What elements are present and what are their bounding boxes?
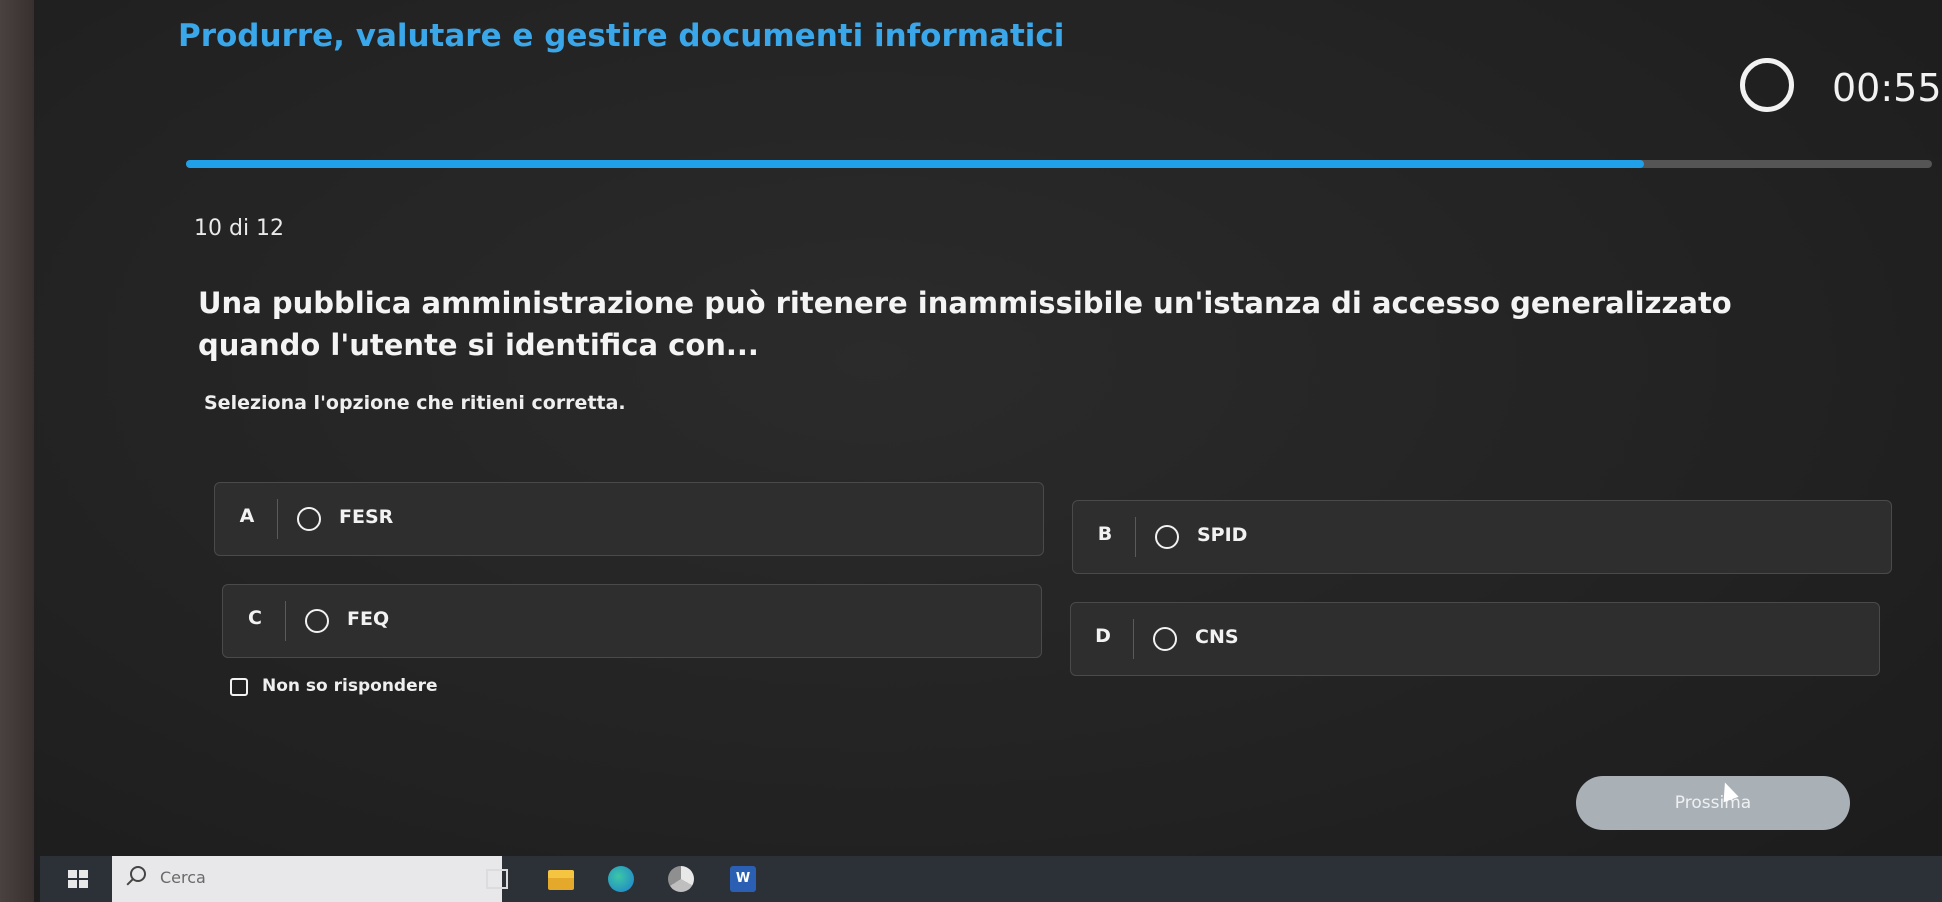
option-label: CNS [1195, 626, 1239, 648]
question-text: Una pubblica amministrazione può ritener… [198, 286, 1732, 362]
option-divider [285, 601, 286, 641]
question-counter: 10 di 12 [194, 216, 285, 241]
monitor-bezel [0, 0, 34, 902]
option-letter: A [239, 505, 255, 527]
option-b[interactable]: B SPID [1072, 500, 1892, 574]
question-instruction: Seleziona l'opzione che ritieni corretta… [204, 392, 626, 414]
radio-icon[interactable] [1155, 525, 1179, 549]
option-letter: C [248, 607, 262, 629]
taskbar: Cerca W [40, 856, 1942, 902]
taskbar-search[interactable]: Cerca [112, 856, 502, 902]
option-label: FESR [339, 506, 394, 528]
next-button[interactable]: Prossima [1576, 776, 1850, 830]
search-icon [130, 866, 146, 882]
radio-icon[interactable] [297, 507, 321, 531]
option-letter: B [1097, 523, 1113, 545]
edge-icon[interactable] [608, 866, 634, 892]
quiz-screen: Produrre, valutare e gestire documenti i… [0, 0, 1942, 902]
option-c[interactable]: C FEQ [222, 584, 1042, 658]
option-a[interactable]: A FESR [214, 482, 1044, 556]
radio-icon[interactable] [1153, 627, 1177, 651]
task-view-icon[interactable] [486, 869, 508, 889]
course-title: Produrre, valutare e gestire documenti i… [178, 18, 1065, 54]
progress-bar [186, 160, 1932, 168]
windows-start-icon[interactable] [68, 870, 88, 888]
timer-value: 00:55 [1832, 66, 1942, 110]
search-placeholder: Cerca [160, 868, 206, 887]
file-explorer-icon[interactable] [548, 870, 574, 890]
option-divider [277, 499, 278, 539]
timer-ring-icon [1740, 58, 1794, 112]
dont-know-label: Non so rispondere [262, 676, 438, 696]
option-d[interactable]: D CNS [1070, 602, 1880, 676]
option-divider [1133, 619, 1134, 659]
option-label: SPID [1197, 524, 1248, 546]
option-letter: D [1095, 625, 1111, 647]
word-icon[interactable]: W [730, 866, 756, 892]
option-divider [1135, 517, 1136, 557]
option-label: FEQ [347, 608, 390, 630]
chrome-icon[interactable] [668, 866, 694, 892]
radio-icon[interactable] [305, 609, 329, 633]
checkbox-icon[interactable] [230, 678, 248, 696]
progress-fill [186, 160, 1644, 168]
timer: 00:55 [1740, 58, 1942, 128]
